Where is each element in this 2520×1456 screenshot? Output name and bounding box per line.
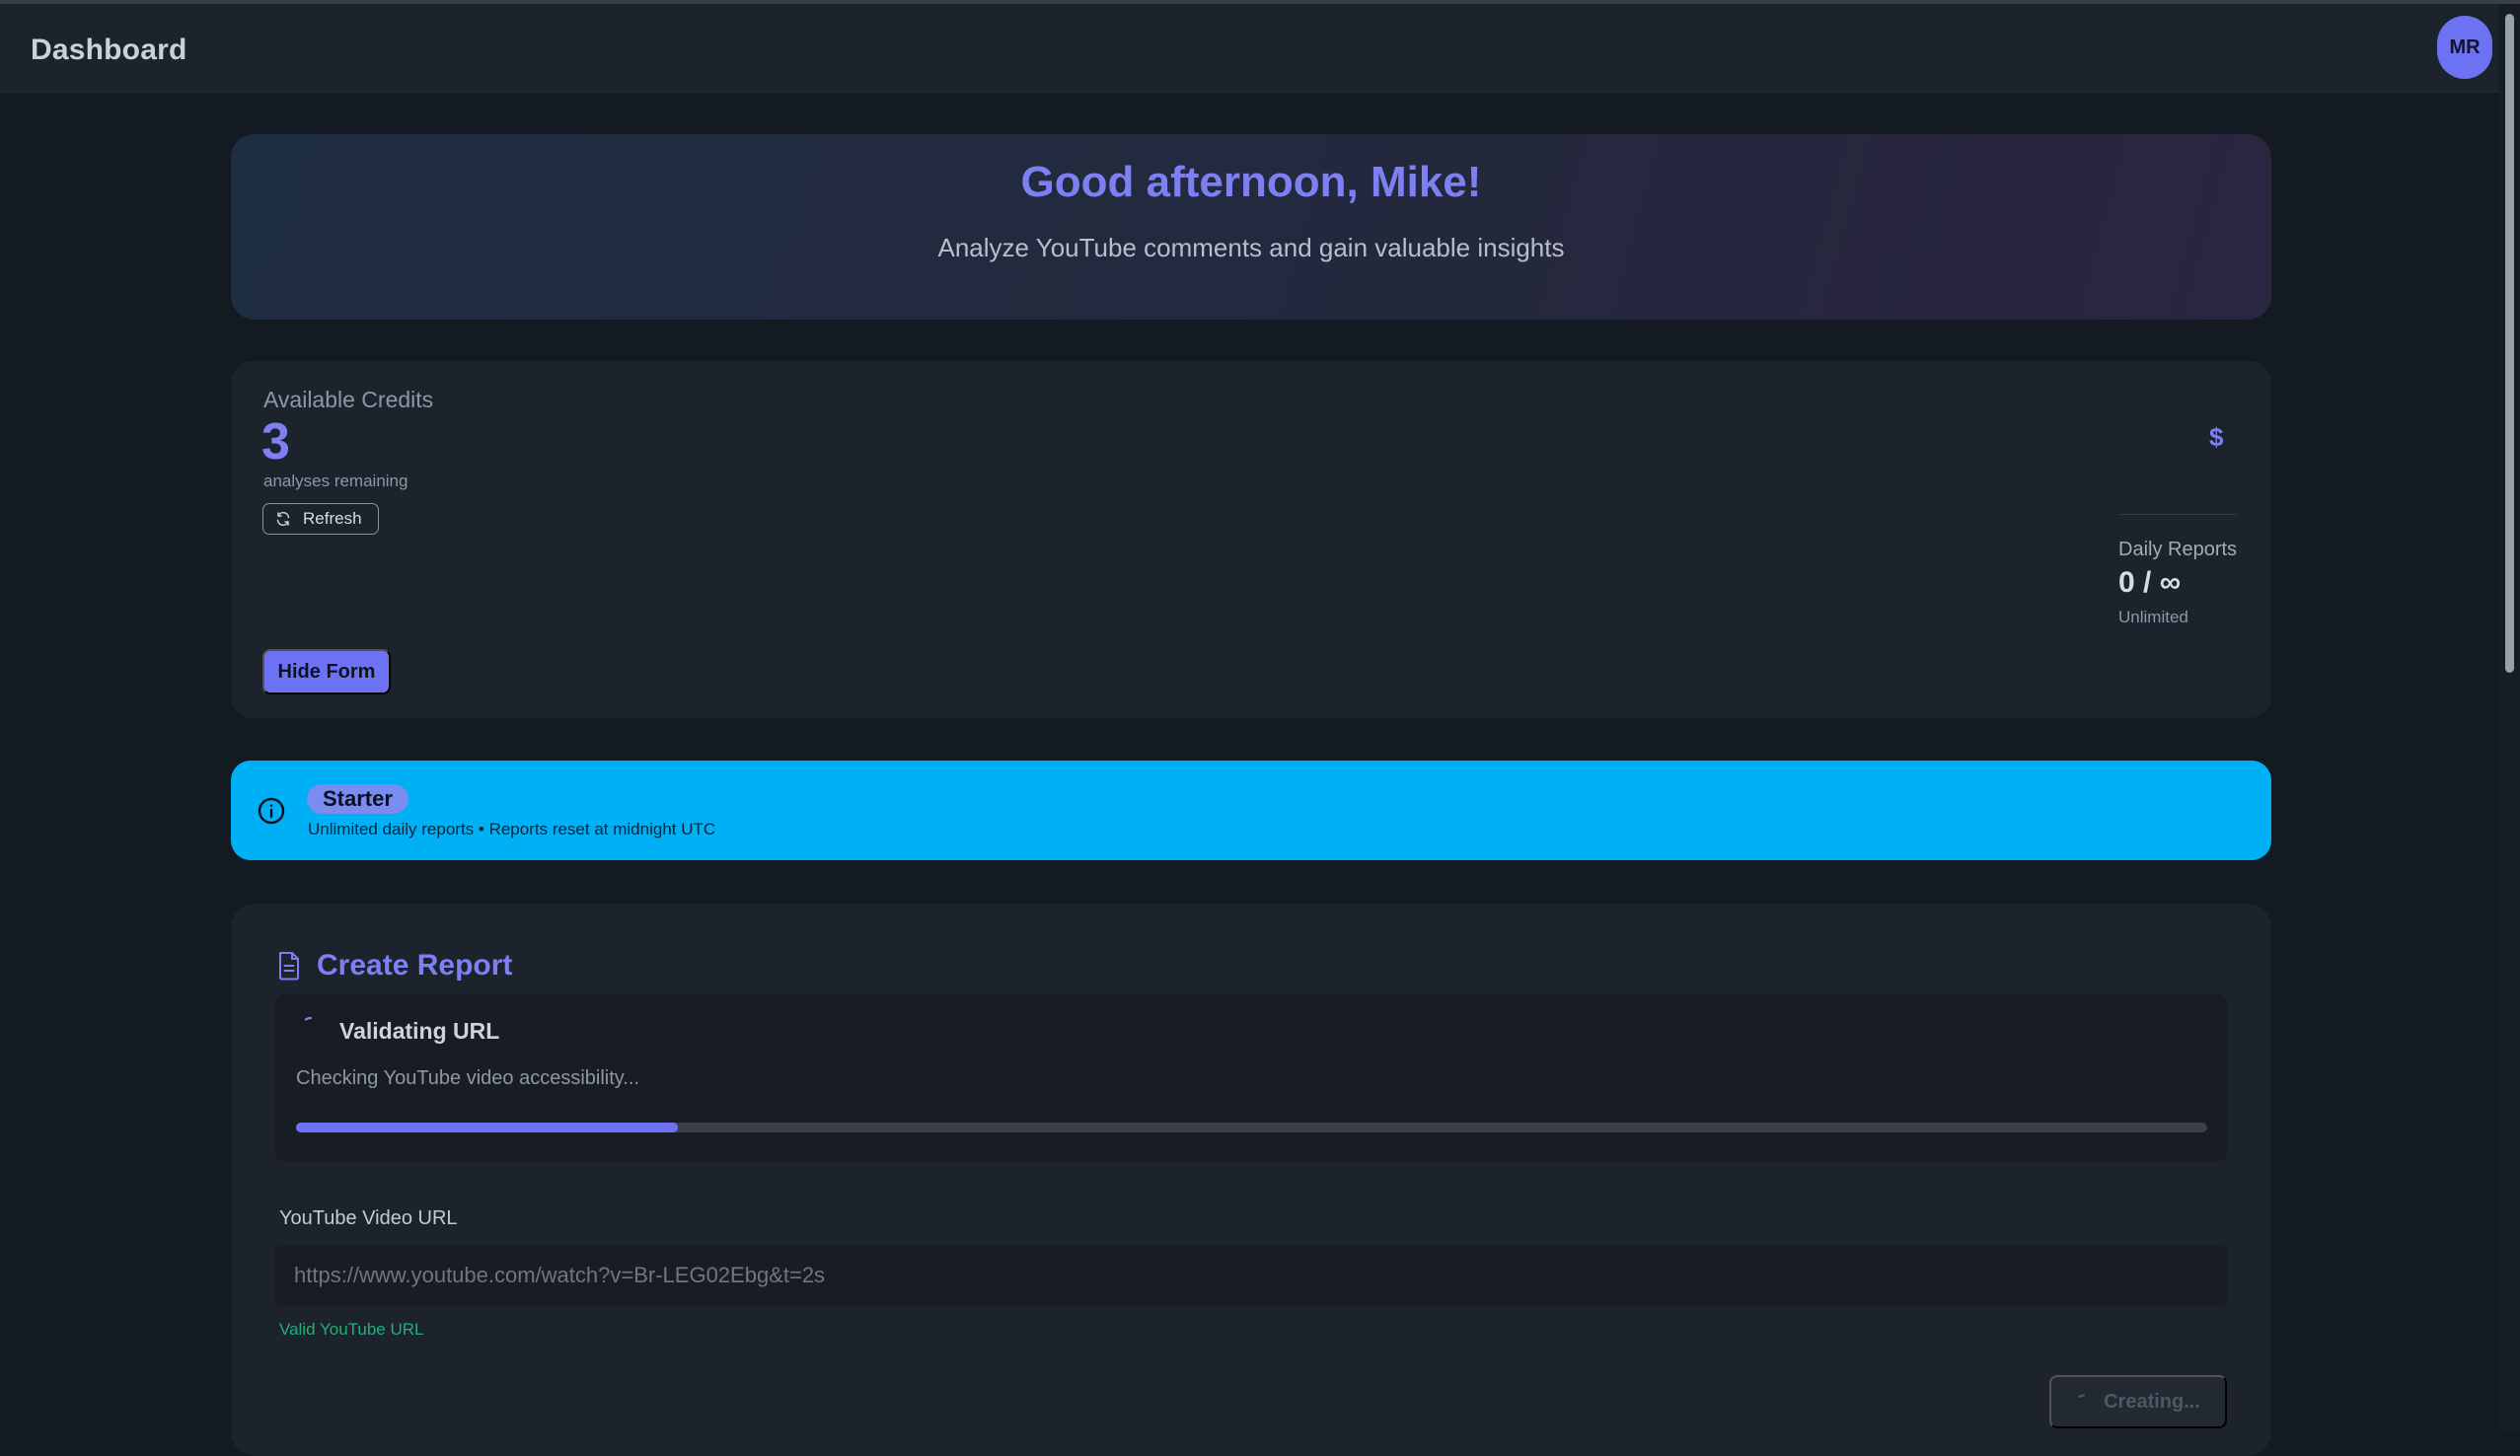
plan-badge: Starter (307, 784, 408, 814)
create-report-button[interactable]: Creating... (2049, 1375, 2227, 1428)
validation-status-title: Validating URL (339, 1018, 500, 1044)
top-navigation-bar: Dashboard MR (0, 4, 2498, 93)
credits-label: Available Credits (263, 387, 434, 412)
validation-progress-bar (296, 1123, 2207, 1132)
credits-card: Available Credits 3 analyses remaining R… (231, 361, 2271, 718)
create-report-card: Create Report Validating URL Checking Yo… (231, 904, 2271, 1456)
daily-reports-value: 0 / ∞ (2118, 566, 2182, 599)
credits-sublabel: analyses remaining (263, 472, 408, 490)
validation-status-message: Checking YouTube video accessibility... (296, 1067, 639, 1089)
create-report-label: Creating... (2104, 1390, 2200, 1413)
daily-reports-label: Daily Reports (2118, 539, 2238, 560)
validation-progress-fill (296, 1123, 679, 1132)
info-icon (258, 797, 285, 825)
greeting-subtitle: Analyze YouTube comments and gain valuab… (937, 233, 1565, 262)
dollar-icon: $ (2209, 422, 2224, 452)
plan-banner: Starter Unlimited daily reports • Report… (231, 761, 2271, 860)
spinner-icon (2078, 1394, 2086, 1398)
hide-form-button[interactable]: Hide Form (262, 649, 391, 694)
welcome-banner: Good afternoon, Mike! Analyze YouTube co… (231, 134, 2271, 320)
create-report-heading: Create Report (317, 949, 513, 982)
daily-reports-sublabel: Unlimited (2118, 608, 2188, 626)
refresh-icon (276, 512, 290, 526)
page-title: Dashboard (31, 34, 187, 66)
refresh-button[interactable]: Refresh (262, 503, 379, 535)
spinner-icon (304, 1016, 313, 1021)
plan-description: Unlimited daily reports • Reports reset … (308, 820, 716, 838)
credits-value: 3 (261, 413, 290, 471)
document-icon (279, 952, 299, 981)
divider (2118, 514, 2237, 515)
url-valid-message: Valid YouTube URL (279, 1320, 424, 1339)
refresh-label: Refresh (303, 509, 362, 528)
validation-status-panel: Validating URL Checking YouTube video ac… (274, 994, 2228, 1162)
url-field-label: YouTube Video URL (279, 1207, 458, 1229)
user-avatar[interactable]: MR (2437, 16, 2492, 79)
youtube-url-input[interactable] (274, 1245, 2228, 1306)
scrollbar-thumb[interactable] (2505, 14, 2514, 673)
greeting-heading: Good afternoon, Mike! (1020, 158, 1482, 206)
